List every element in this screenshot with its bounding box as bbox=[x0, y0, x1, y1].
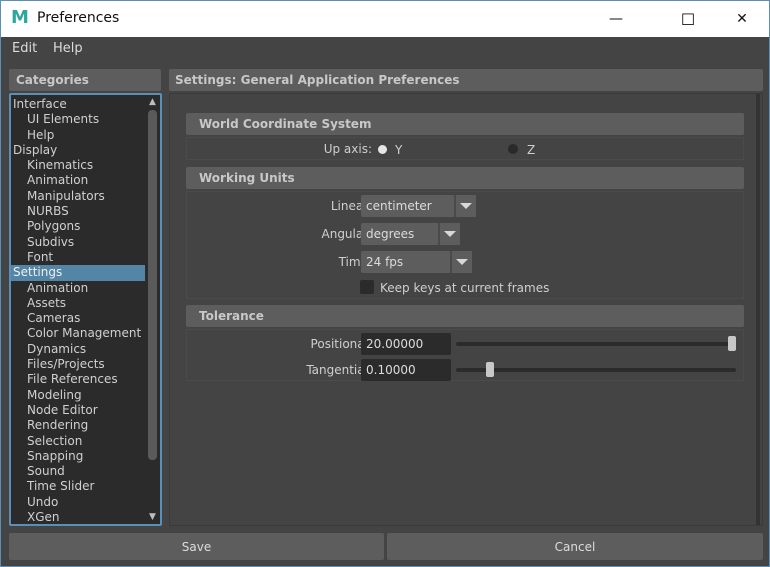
category-item[interactable]: Subdivs bbox=[11, 235, 160, 250]
category-item[interactable]: Animation bbox=[11, 173, 160, 188]
chevron-down-icon bbox=[450, 251, 472, 273]
category-item[interactable]: Manipulators bbox=[11, 189, 160, 204]
category-item[interactable]: Time Slider bbox=[11, 479, 160, 494]
category-item[interactable]: Kinematics bbox=[11, 158, 160, 173]
category-item[interactable]: UI Elements bbox=[11, 112, 160, 127]
positional-slider-handle[interactable] bbox=[728, 336, 736, 351]
close-icon: ✕ bbox=[736, 11, 748, 27]
window-title: Preferences bbox=[37, 10, 120, 26]
category-item[interactable]: Display bbox=[11, 143, 160, 158]
section-world-coordinate[interactable]: World Coordinate System bbox=[186, 113, 744, 135]
category-item[interactable]: XGen bbox=[11, 510, 160, 524]
section-tolerance[interactable]: Tolerance bbox=[186, 305, 744, 327]
categories-list: Interface UI Elements Help Display Kinematic… bbox=[9, 93, 162, 526]
menu-edit[interactable]: Edit bbox=[12, 41, 37, 56]
linear-dropdown[interactable]: centimeter bbox=[361, 195, 476, 217]
preferences-window: M Preferences — ☐ ✕ Edit Help Categories… bbox=[0, 0, 770, 567]
category-item[interactable]: Color Management bbox=[11, 326, 160, 341]
menu-help[interactable]: Help bbox=[53, 41, 83, 56]
linear-value: centimeter bbox=[366, 199, 432, 213]
angular-value: degrees bbox=[366, 227, 415, 241]
maya-m-icon: M bbox=[11, 7, 29, 28]
tangential-label: Tangential: bbox=[306, 363, 372, 377]
tolerance-body: Positional: 20.00000 Tangential: 0.10000 bbox=[186, 329, 744, 381]
chevron-down-icon bbox=[438, 223, 460, 245]
maximize-button[interactable]: ☐ bbox=[665, 1, 711, 37]
time-label: Time: bbox=[338, 255, 372, 269]
radio-up-axis-z[interactable] bbox=[508, 144, 518, 154]
save-button[interactable]: Save bbox=[9, 533, 384, 560]
chevron-down-icon bbox=[454, 195, 476, 217]
category-item[interactable]: Sound bbox=[11, 464, 160, 479]
category-item[interactable]: Polygons bbox=[11, 219, 160, 234]
scroll-thumb[interactable] bbox=[148, 110, 157, 460]
category-item[interactable]: Selection bbox=[11, 434, 160, 449]
tangential-slider-handle[interactable] bbox=[485, 362, 494, 377]
radio-up-axis-y[interactable] bbox=[378, 145, 387, 154]
category-item[interactable]: Node Editor bbox=[11, 403, 160, 418]
categories-header: Categories bbox=[9, 69, 161, 91]
linear-label: Linear: bbox=[330, 199, 372, 213]
maximize-icon: ☐ bbox=[680, 9, 696, 29]
keep-keys-checkbox[interactable] bbox=[360, 280, 374, 294]
scroll-down-arrow-icon[interactable]: ▼ bbox=[147, 512, 158, 522]
category-item[interactable]: Settings bbox=[11, 265, 146, 281]
positional-input[interactable]: 20.00000 bbox=[361, 333, 451, 355]
categories-scrollbar[interactable]: ▲ ▼ bbox=[145, 95, 160, 524]
section-working-units[interactable]: Working Units bbox=[186, 167, 744, 189]
tangential-input[interactable]: 0.10000 bbox=[361, 359, 451, 381]
category-item[interactable]: Undo bbox=[11, 495, 160, 510]
world-coordinate-body: Up axis: Y Z bbox=[186, 137, 744, 160]
up-axis-label: Up axis: bbox=[323, 142, 372, 156]
positional-label: Positional: bbox=[310, 337, 372, 351]
radio-label-y: Y bbox=[395, 143, 403, 157]
category-item[interactable]: Font bbox=[11, 250, 160, 265]
category-item[interactable]: Interface bbox=[11, 97, 160, 112]
category-item[interactable]: Animation bbox=[11, 281, 160, 296]
scroll-up-arrow-icon[interactable]: ▲ bbox=[147, 97, 158, 107]
settings-panel: World Coordinate System Up axis: Y Z Wor… bbox=[169, 93, 763, 526]
category-item[interactable]: Files/Projects bbox=[11, 357, 160, 372]
time-dropdown[interactable]: 24 fps bbox=[361, 251, 472, 273]
category-item[interactable]: Snapping bbox=[11, 449, 160, 464]
settings-scrollbar[interactable] bbox=[756, 94, 760, 525]
category-item[interactable]: Assets bbox=[11, 296, 160, 311]
settings-header: Settings: General Application Preference… bbox=[169, 69, 763, 91]
category-item[interactable]: Modeling bbox=[11, 388, 160, 403]
radio-label-z: Z bbox=[527, 143, 536, 157]
category-item[interactable]: NURBS bbox=[11, 204, 160, 219]
minimize-button[interactable]: — bbox=[593, 1, 639, 37]
angular-dropdown[interactable]: degrees bbox=[361, 223, 460, 245]
title-bar: M Preferences — ☐ ✕ bbox=[1, 1, 769, 37]
category-item[interactable]: File References bbox=[11, 372, 160, 387]
category-item[interactable]: Dynamics bbox=[11, 342, 160, 357]
angular-label: Angular: bbox=[321, 227, 373, 241]
tangential-slider[interactable] bbox=[456, 362, 736, 377]
working-units-body: Linear: centimeter Angular: degrees Time… bbox=[186, 191, 744, 299]
cancel-button[interactable]: Cancel bbox=[387, 533, 763, 560]
close-button[interactable]: ✕ bbox=[719, 1, 765, 37]
minimize-icon: — bbox=[609, 11, 623, 27]
category-item[interactable]: Cameras bbox=[11, 311, 160, 326]
time-value: 24 fps bbox=[366, 255, 404, 269]
positional-slider[interactable] bbox=[456, 336, 736, 351]
keep-keys-label: Keep keys at current frames bbox=[380, 281, 550, 295]
category-item[interactable]: Rendering bbox=[11, 418, 160, 433]
menu-bar: Edit Help bbox=[1, 37, 769, 61]
category-item[interactable]: Help bbox=[11, 128, 160, 143]
